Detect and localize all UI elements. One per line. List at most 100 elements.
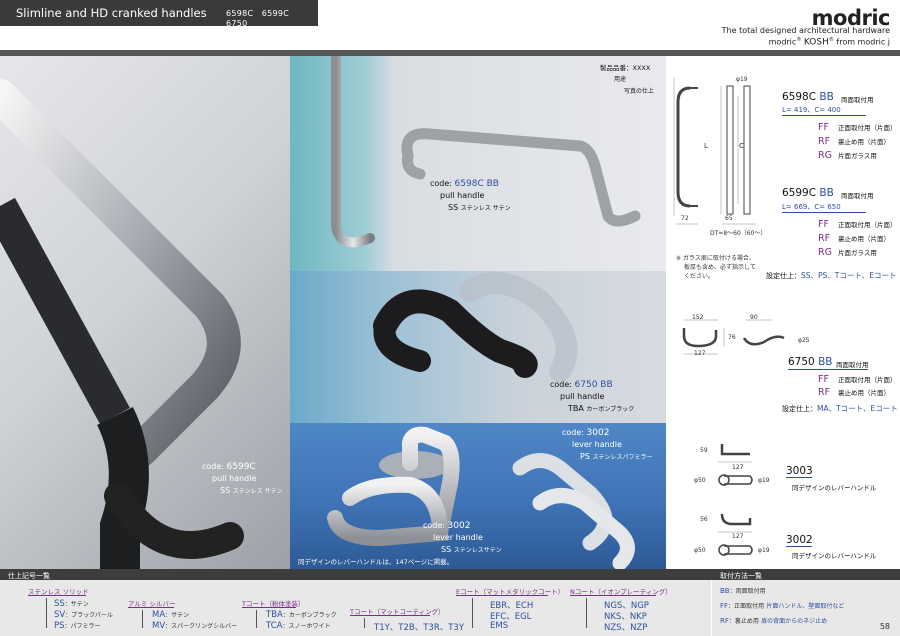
finish-ecoat-3: EMS — [490, 621, 509, 631]
mount-rf: RF：裏止め用 扉の背面からのネジ止め — [720, 617, 828, 625]
brand-line: modric® KOSH® from modric j — [768, 37, 890, 48]
mount-ff: FF：正面取付用 片面ハンドル、壁面取付など — [720, 602, 845, 610]
d3-w127: 127 — [732, 464, 744, 471]
finish-options-2: 設定仕上：MA、Tコート、Eコート — [782, 404, 898, 413]
brand-from: from modric j — [836, 37, 890, 47]
finish-group-stainless-bracket — [46, 598, 47, 628]
d3-h59: 59 — [700, 447, 708, 454]
page-number: 58 — [879, 622, 890, 631]
mod-6598c-rg: RG 片面ガラス用 — [818, 150, 877, 161]
finish-group-stainless-line — [28, 595, 86, 596]
caption-6750: code: 6750 BB pull handle TBA カーボンブラック — [550, 380, 635, 413]
d2-dia: φ25 — [798, 337, 810, 344]
product-6750-underline — [788, 369, 868, 370]
d3-d50: φ50 — [694, 477, 706, 484]
d1-w72: 72 — [681, 215, 689, 222]
lever-3003-code: 3003 — [786, 465, 813, 477]
product-6599c-code: 6599C BB — [782, 187, 834, 199]
d4-h56: 56 — [700, 516, 708, 523]
mod-6598c-rf: RF 裏止め用（片面） — [818, 136, 890, 147]
d3-d19: φ19 — [758, 477, 770, 484]
page-title: Slimline and HD cranked handles — [16, 6, 207, 20]
finish-group-tcoat-powder-line — [242, 607, 296, 608]
finish-group-ecoat-bracket — [472, 598, 473, 628]
d2-w152: 152 — [692, 314, 704, 321]
finish-options-1: 設定仕上：SS、PS、Tコート、Eコート — [766, 271, 897, 280]
d2-w127: 127 — [694, 350, 706, 357]
caption-legend: 製品品番：XXXX 用途 写真の仕上 — [600, 64, 655, 95]
product-6599c-desc: 両面取付用 — [841, 192, 874, 200]
product-6750-code: 6750 BB — [788, 356, 833, 368]
spec-panel: φ19 L C 72 65 DT=8〜60（60〜） 6598C BB 両面取付… — [666, 56, 900, 569]
finish-group-ecoat-line — [456, 595, 548, 596]
legend-title-bar — [0, 569, 900, 580]
brand-modric: modric — [768, 37, 797, 47]
finish-ss: SS：サテン — [54, 599, 89, 609]
finish-sv: SV：ブラックパール — [54, 610, 113, 620]
page-reference-note: 同デザインのレバーハンドルは、147ページに掲載。 — [298, 558, 454, 566]
d4-d50: φ50 — [694, 547, 706, 554]
mod-6599c-ff: FF 正面取付用（片面） — [818, 219, 897, 230]
photo-6598c: 製品品番：XXXX 用途 写真の仕上 code: 6598C BB pull h… — [290, 56, 666, 271]
finish-mv: MV：スパークリングシルバー — [152, 621, 238, 631]
glass-door-note: ※ ガラス扉に取付ける場合、 板厚も含め、必ず指示して ください。 — [676, 255, 756, 280]
finish-group-ncoat-bracket — [586, 598, 587, 628]
mod-6599c-rg: RG 片面ガラス用 — [818, 247, 877, 258]
product-6598c-underline — [782, 115, 866, 116]
product-6598c-code: 6598C BB — [782, 91, 834, 103]
finish-ncoat-3: NZS、NZP — [604, 623, 648, 633]
finish-tca: TCA：スノーホワイト — [266, 621, 331, 631]
drawing-lever-3002 — [718, 513, 753, 556]
mod-6598c-ff: FF 正面取付用（片面） — [818, 122, 897, 133]
finish-group-ncoat-line — [570, 595, 656, 596]
photo-6599c: code: 6599C pull handle SS ステンレス サテン — [0, 56, 290, 569]
mount-bb: BB：両面取付用 — [720, 587, 766, 595]
drawing-lever-3003 — [718, 444, 753, 486]
d1-w65: 65 — [725, 215, 733, 222]
mod-6750-rf: RF 裏止め用（片面） — [818, 387, 890, 398]
d4-w127: 127 — [732, 533, 744, 540]
finish-tcoat-matte-items: T1Y、T2B、T3R、T3Y — [374, 623, 465, 633]
finish-legend-title: 仕上記号一覧 — [8, 572, 50, 580]
d1-door-thickness: DT=8〜60（60〜） — [710, 230, 767, 237]
d2-h76: 76 — [728, 334, 736, 341]
finish-ma: MA：サテン — [152, 610, 190, 620]
product-6598c-dims: L= 419、C= 400 — [782, 106, 841, 114]
mounting-legend-title: 取付方法一覧 — [720, 572, 762, 580]
finish-group-tcoat-powder-bracket — [256, 610, 257, 628]
brand-tagline: The total designed architectural hardwar… — [721, 26, 890, 35]
lever-3002-code: 3002 — [786, 534, 813, 546]
product-6599c-dims: L= 669、C= 650 — [782, 203, 841, 211]
finish-group-tcoat-matte-bracket — [364, 618, 365, 628]
lever-3003-underline — [786, 477, 812, 478]
caption-6598c: code: 6598C BB pull handle SS ステンレス サテン — [430, 179, 511, 212]
caption-6599c: code: 6599C pull handle SS ステンレス サテン — [202, 462, 283, 495]
photo-6750: code: 6750 BB pull handle TBA カーボンブラック — [290, 271, 666, 423]
finish-group-aluminium-line — [128, 607, 174, 608]
product-6599c-underline — [782, 212, 866, 213]
d4-d19: φ19 — [758, 547, 770, 554]
mod-6750-ff: FF 正面取付用（片面） — [818, 374, 897, 385]
finish-group-aluminium-bracket — [142, 610, 143, 628]
legend-divider — [711, 580, 712, 636]
lever-3002-underline — [786, 546, 812, 547]
product-6750-desc: 両面取付用 — [836, 361, 869, 369]
product-6598c-desc: 両面取付用 — [841, 96, 874, 104]
d1-length-L: L — [704, 142, 708, 150]
photo-3002: code: 3002 lever handle PS ステンレスパフミラー co… — [290, 423, 666, 569]
lever-3003-desc: 同デザインのレバーハンドル — [792, 484, 877, 492]
finish-group-tcoat-matte-line — [350, 615, 430, 616]
finish-ps: PS：パフミラー — [54, 621, 101, 631]
header-title-bar: Slimline and HD cranked handles 6598C 65… — [0, 0, 318, 28]
header-product-codes: 6598C 6599C 6750 — [226, 9, 298, 28]
lever-3002-desc: 同デザインのレバーハンドル — [792, 552, 877, 560]
d2-w90: 90 — [750, 314, 758, 321]
mod-6599c-rf: RF 裏止め用（片面） — [818, 233, 890, 244]
caption-3002-ps: code: 3002 lever handle PS ステンレスパフミラー — [562, 428, 653, 461]
caption-3002-ss: code: 3002 lever handle SS ステンレスサテン — [423, 521, 502, 554]
d1-length-C: C — [739, 142, 744, 150]
finish-tba: TBA：カーボンブラック — [266, 610, 337, 620]
brand-kosh: KOSH — [803, 37, 829, 48]
d1-dia: φ19 — [736, 76, 748, 83]
drawing-pull-handle-6598c — [673, 78, 756, 225]
